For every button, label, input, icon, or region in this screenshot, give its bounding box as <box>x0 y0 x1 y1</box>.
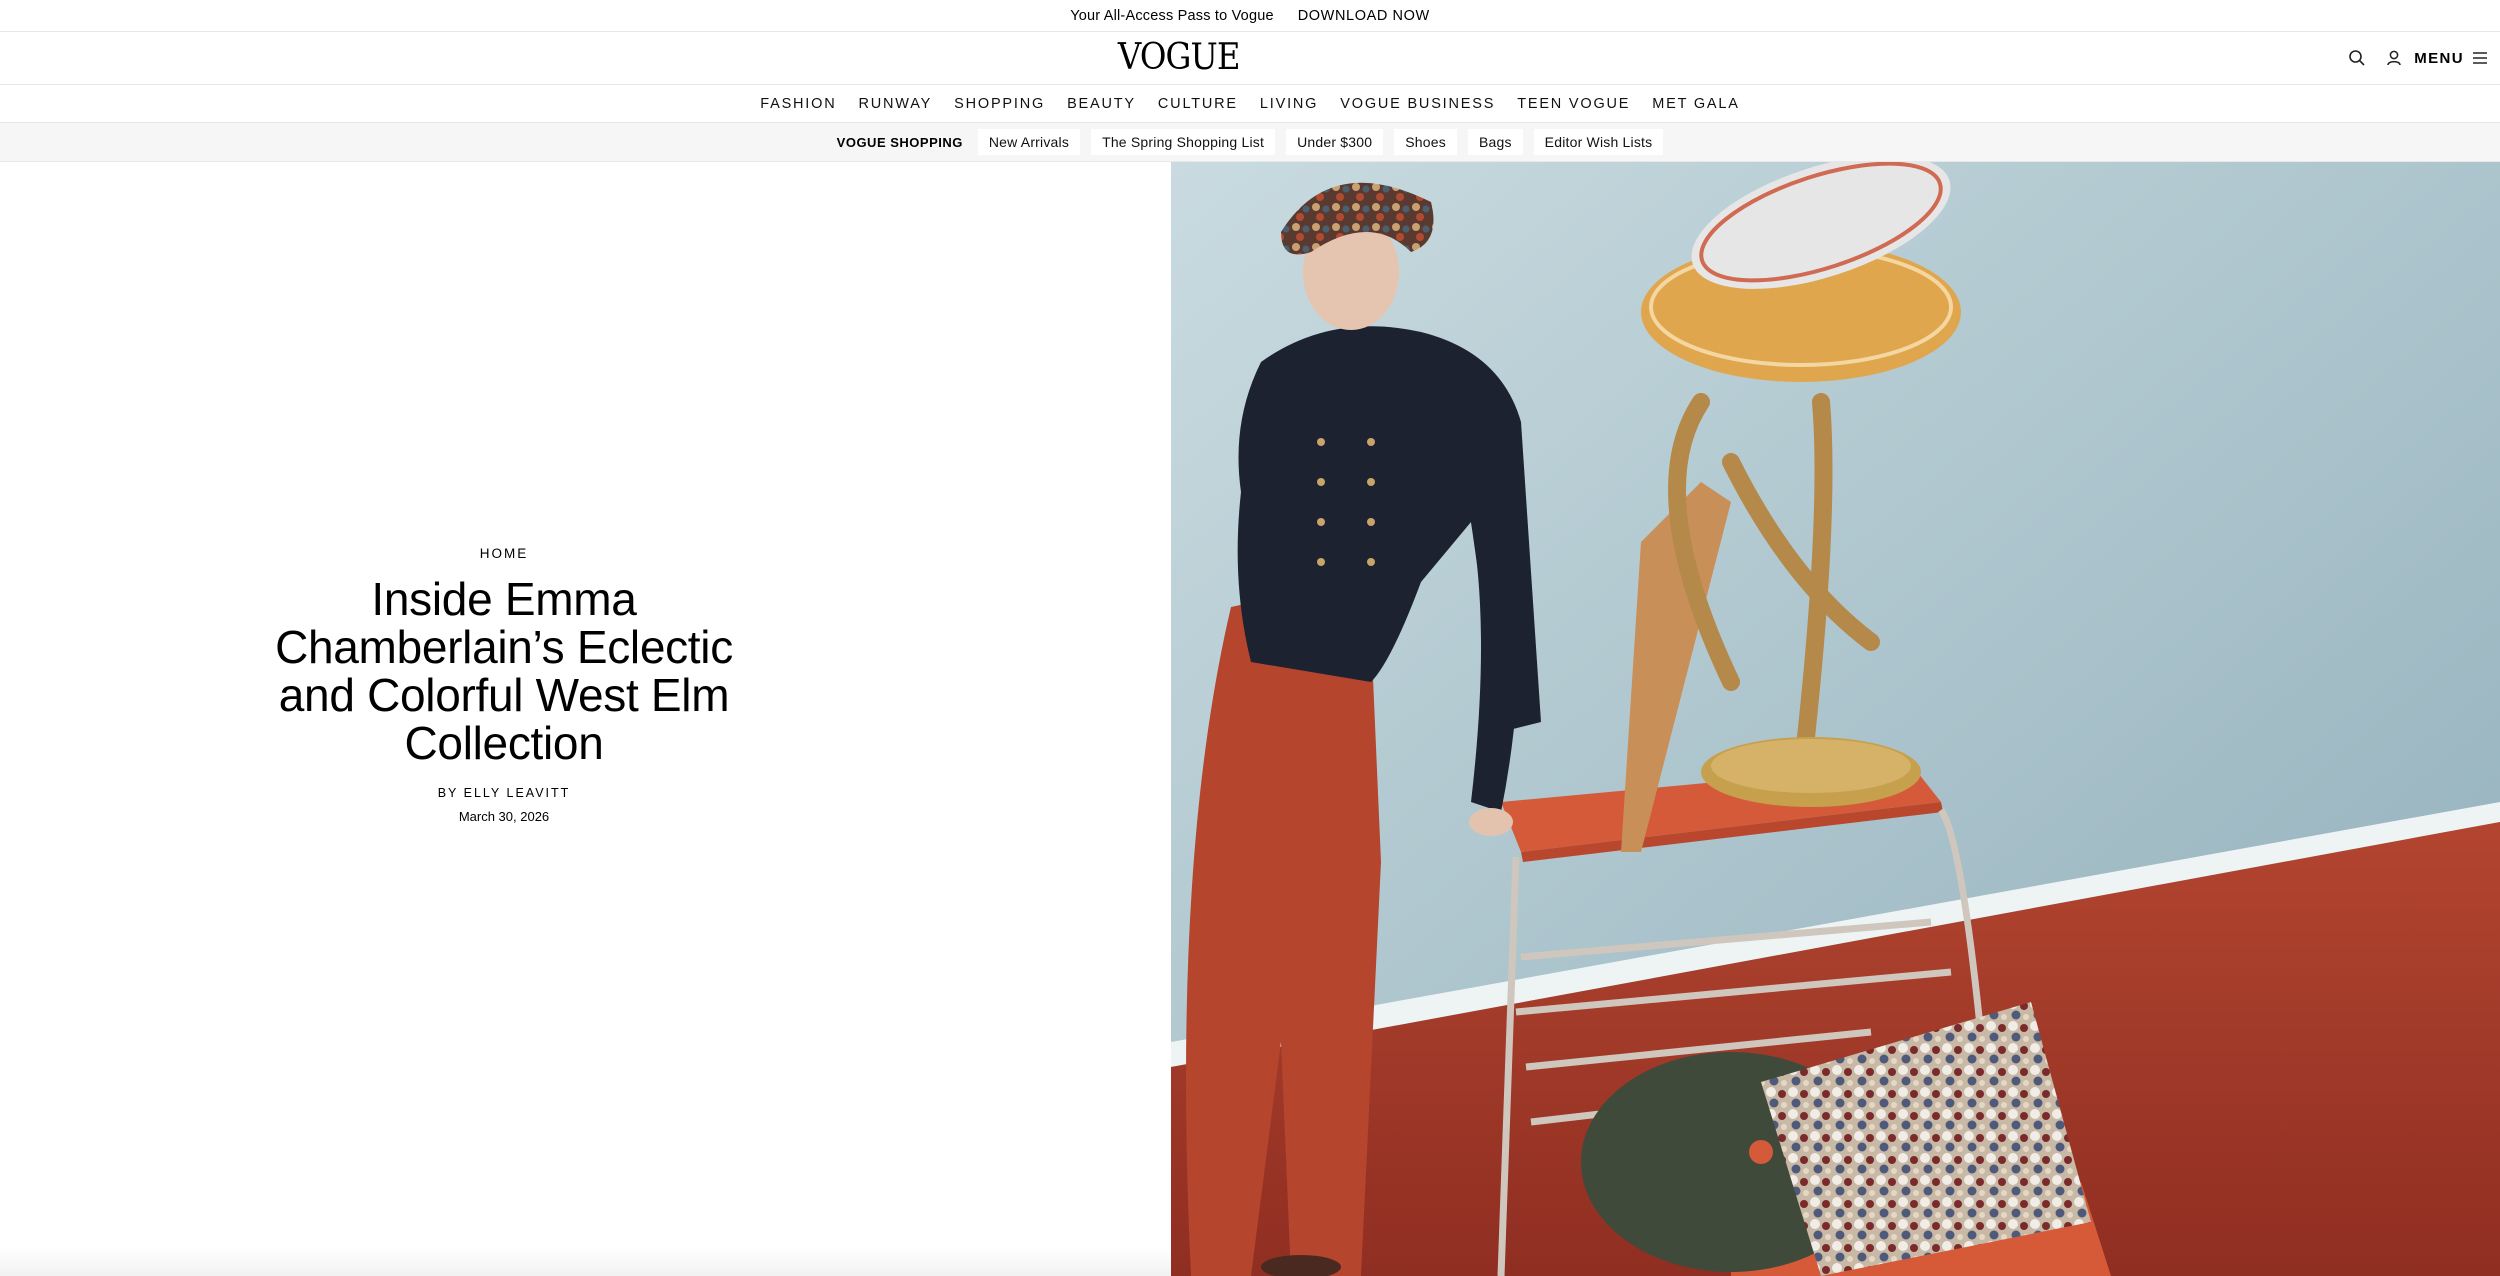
menu-button[interactable]: MENU <box>2414 46 2488 70</box>
nav-runway[interactable]: RUNWAY <box>858 96 932 112</box>
article-header: HOME Inside Emma Chamberlain’s Eclectic … <box>0 162 1171 1276</box>
bottom-fade <box>0 1246 1171 1276</box>
site-header: VOGUE MENU <box>0 32 2500 85</box>
nav-shopping[interactable]: SHOPPING <box>954 96 1045 112</box>
menu-label: MENU <box>2414 49 2464 67</box>
nav-vogue-business[interactable]: VOGUE BUSINESS <box>1340 96 1495 112</box>
vogue-logo[interactable]: VOGUE <box>1118 38 1241 78</box>
search-icon[interactable] <box>2345 46 2369 70</box>
subnav-spring-shopping-list[interactable]: The Spring Shopping List <box>1091 129 1276 155</box>
subnav-editor-wish-lists[interactable]: Editor Wish Lists <box>1533 129 1664 155</box>
nav-fashion[interactable]: FASHION <box>760 96 836 112</box>
subnav-new-arrivals[interactable]: New Arrivals <box>977 129 1081 155</box>
nav-met-gala[interactable]: MET GALA <box>1652 96 1739 112</box>
article-byline[interactable]: BY ELLY LEAVITT <box>240 786 768 800</box>
promo-text: Your All-Access Pass to Vogue <box>1070 7 1274 24</box>
article-headline: Inside Emma Chamberlain’s Eclectic and C… <box>275 573 733 769</box>
promo-bar: Your All-Access Pass to Vogue DOWNLOAD N… <box>0 0 2500 32</box>
subnav-bags[interactable]: Bags <box>1467 129 1523 155</box>
article-date: March 30, 2026 <box>458 809 550 824</box>
nav-culture[interactable]: CULTURE <box>1158 96 1238 112</box>
article-rubric[interactable]: HOME <box>240 546 768 561</box>
main-nav: FASHION RUNWAY SHOPPING BEAUTY CULTURE L… <box>0 85 2500 123</box>
subnav-title: VOGUE SHOPPING <box>836 134 963 150</box>
shopping-subnav: VOGUE SHOPPING New Arrivals The Spring S… <box>0 123 2500 162</box>
account-icon[interactable] <box>2382 46 2406 70</box>
hero-image <box>1171 162 2500 1276</box>
nav-living[interactable]: LIVING <box>1260 96 1318 112</box>
subnav-shoes[interactable]: Shoes <box>1394 129 1457 155</box>
subnav-under-300[interactable]: Under $300 <box>1286 129 1384 155</box>
download-now-link[interactable]: DOWNLOAD NOW <box>1298 8 1430 24</box>
nav-teen-vogue[interactable]: TEEN VOGUE <box>1517 96 1630 112</box>
menu-icon <box>2473 52 2487 64</box>
nav-beauty[interactable]: BEAUTY <box>1067 96 1136 112</box>
article-title-block: HOME Inside Emma Chamberlain’s Eclectic … <box>240 546 768 824</box>
